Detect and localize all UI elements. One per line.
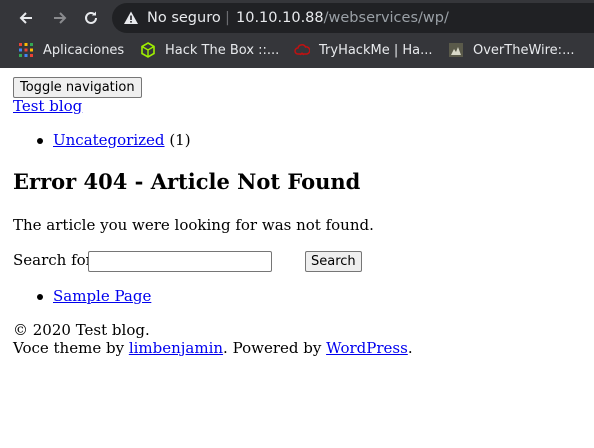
search-input[interactable] bbox=[88, 251, 272, 272]
address-bar[interactable]: No seguro | 10.10.10.88/webservices/wp/ bbox=[112, 3, 594, 33]
bookmark-label: TryHackMe | Ha... bbox=[319, 42, 433, 58]
theme-author-link[interactable]: limbenjamin bbox=[129, 339, 223, 357]
hackthebox-cube-icon bbox=[141, 42, 155, 58]
wordpress-link[interactable]: WordPress bbox=[326, 339, 408, 357]
web-page: Toggle navigation Test blog Uncategorize… bbox=[0, 68, 594, 448]
forward-button[interactable] bbox=[47, 5, 73, 31]
search-button[interactable]: Search bbox=[305, 251, 362, 272]
apps-grid-icon bbox=[19, 43, 33, 57]
toggle-navigation-button[interactable]: Toggle navigation bbox=[13, 77, 142, 98]
back-button[interactable] bbox=[13, 5, 39, 31]
footer-end: . bbox=[407, 339, 413, 357]
category-item: Uncategorized (1) bbox=[53, 131, 191, 149]
bookmarks-bar: Aplicaciones Hack The Box ::... TryHackM… bbox=[0, 36, 594, 68]
footer-mid: . Powered by bbox=[223, 339, 327, 357]
site-title-link[interactable]: Test blog bbox=[13, 97, 82, 115]
tryhackme-cloud-icon bbox=[294, 44, 310, 56]
category-link[interactable]: Uncategorized bbox=[53, 131, 165, 149]
url-text: 10.10.10.88/webservices/wp/ bbox=[236, 3, 449, 33]
bookmark-apps[interactable]: Aplicaciones bbox=[18, 36, 124, 64]
error-message: The article you were looking for was not… bbox=[13, 216, 374, 234]
forward-arrow-icon bbox=[54, 12, 67, 24]
sample-page-link[interactable]: Sample Page bbox=[53, 287, 151, 305]
reload-button[interactable] bbox=[78, 5, 104, 31]
list-bullet bbox=[37, 294, 43, 300]
search-label: Search for: bbox=[13, 251, 98, 269]
warning-icon bbox=[124, 11, 138, 24]
footer-credits: Voce theme by limbenjamin. Powered by Wo… bbox=[13, 339, 413, 357]
bookmark-label: OverTheWire:... bbox=[473, 42, 575, 58]
back-arrow-icon bbox=[19, 12, 32, 24]
omnibox-separator: | bbox=[225, 10, 230, 26]
overthewire-icon bbox=[449, 43, 463, 57]
category-count: (1) bbox=[169, 131, 191, 149]
reload-icon bbox=[85, 11, 97, 24]
browser-toolbar: No seguro | 10.10.10.88/webservices/wp/ bbox=[0, 0, 594, 36]
bookmark-overthewire[interactable]: OverTheWire:... bbox=[448, 36, 574, 64]
footer-prefix: Voce theme by bbox=[13, 339, 129, 357]
bookmark-hackthebox[interactable]: Hack The Box ::... bbox=[140, 36, 279, 64]
security-label: No seguro bbox=[147, 10, 221, 26]
browser-chrome: No seguro | 10.10.10.88/webservices/wp/ … bbox=[0, 0, 594, 68]
copyright-text: © 2020 Test blog. bbox=[13, 321, 150, 339]
url-path: /webservices/wp/ bbox=[323, 10, 449, 26]
bookmark-label: Hack The Box ::... bbox=[165, 42, 280, 58]
bookmark-tryhackme[interactable]: TryHackMe | Ha... bbox=[294, 36, 432, 64]
error-heading: Error 404 - Article Not Found bbox=[13, 169, 361, 194]
bookmark-label: Aplicaciones bbox=[43, 42, 125, 58]
list-bullet bbox=[37, 138, 43, 144]
url-host: 10.10.10.88 bbox=[236, 10, 324, 26]
